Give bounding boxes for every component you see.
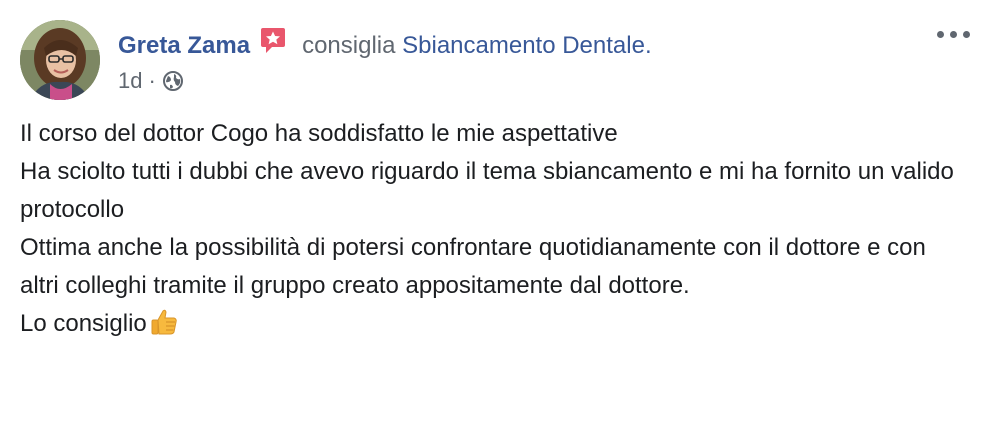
post-body-line: Ottima anche la possibilità di potersi c…: [20, 234, 926, 299]
globe-icon[interactable]: [162, 70, 184, 92]
thumbs-up-icon: [151, 309, 177, 335]
more-dot: [937, 31, 944, 38]
review-post: Greta Zama consiglia Sbiancamento Dental…: [0, 0, 982, 424]
post-meta: 1d ·: [118, 66, 184, 96]
post-body-line: Il corso del dottor Cogo ha soddisfatto …: [20, 120, 618, 147]
post-body-line: Lo consiglio: [20, 310, 147, 337]
more-dot: [950, 31, 957, 38]
recommend-star-icon: [261, 28, 286, 53]
post-body-line-last: Lo consiglio: [20, 305, 970, 343]
author-avatar[interactable]: [20, 20, 100, 100]
avatar-photo: [20, 20, 100, 100]
post-timestamp-link[interactable]: 1d: [118, 68, 142, 93]
meta-separator: ·: [148, 68, 156, 93]
post-body-line: Ha sciolto tutti i dubbi che avevo rigua…: [20, 158, 954, 223]
action-text: consiglia: [302, 32, 396, 59]
more-options-icon[interactable]: [936, 22, 972, 46]
author-name-link[interactable]: Greta Zama: [118, 32, 250, 59]
post-header: Greta Zama consiglia Sbiancamento Dental…: [118, 26, 652, 63]
more-dot: [963, 31, 970, 38]
page-name-link[interactable]: Sbiancamento Dentale.: [402, 32, 652, 59]
post-body: Il corso del dottor Cogo ha soddisfatto …: [20, 115, 970, 343]
